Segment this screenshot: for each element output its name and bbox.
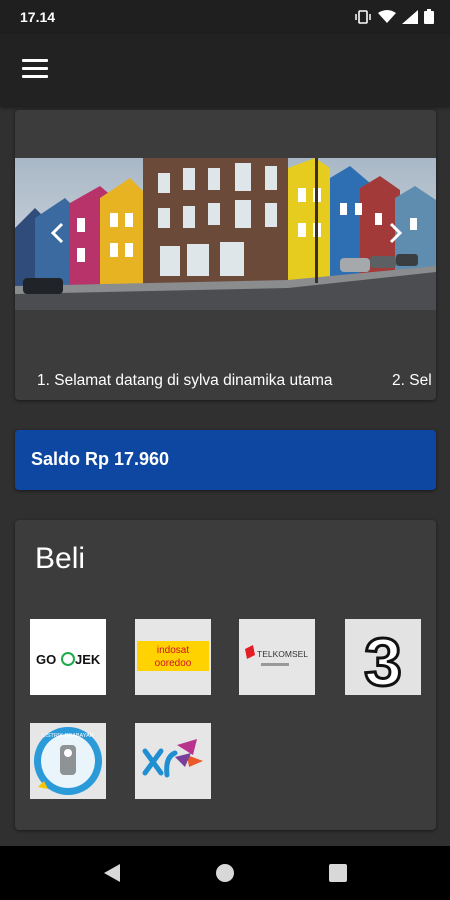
svg-text:TELKOMSEL: TELKOMSEL bbox=[257, 649, 308, 659]
telkomsel-tile[interactable]: TELKOMSEL bbox=[239, 619, 315, 695]
app-bar bbox=[0, 34, 450, 106]
beli-card: Beli GO JEK indosat ooredoo TELKOMSEL 3 … bbox=[15, 520, 436, 830]
recents-icon[interactable] bbox=[326, 861, 350, 885]
status-time: 17.14 bbox=[20, 9, 56, 25]
listrik-prabayar-tile[interactable]: LISTRIK PRABAYAR bbox=[30, 723, 106, 799]
gojek-tile[interactable]: GO JEK bbox=[30, 619, 106, 695]
battery-icon bbox=[424, 9, 434, 24]
vibrate-icon bbox=[355, 9, 371, 24]
slider-captions: 1. Selamat datang di sylva dinamika utam… bbox=[15, 372, 436, 396]
home-icon[interactable] bbox=[213, 861, 237, 885]
nav-bar bbox=[0, 846, 450, 900]
signal-icon bbox=[402, 9, 418, 24]
beli-title: Beli bbox=[35, 542, 86, 575]
menu-icon[interactable] bbox=[22, 59, 48, 81]
wifi-icon bbox=[378, 9, 396, 23]
status-icons bbox=[354, 9, 434, 24]
svg-text:indosat: indosat bbox=[157, 645, 189, 656]
slider-caption-2: 2. Sel bbox=[392, 372, 432, 389]
indosat-tile[interactable]: indosat ooredoo bbox=[135, 619, 211, 695]
status-bar: 17.14 bbox=[0, 0, 450, 34]
chevron-left-icon[interactable] bbox=[43, 218, 73, 248]
svg-text:3: 3 bbox=[364, 624, 402, 695]
chevron-right-icon[interactable] bbox=[380, 218, 410, 248]
slider-image[interactable] bbox=[15, 158, 436, 310]
svg-text:LISTRIK PRABAYAR: LISTRIK PRABAYAR bbox=[42, 733, 93, 739]
svg-text:ooredoo: ooredoo bbox=[155, 658, 192, 669]
slider-caption-1: 1. Selamat datang di sylva dinamika utam… bbox=[37, 372, 333, 389]
image-slider-card: 1. Selamat datang di sylva dinamika utam… bbox=[15, 110, 436, 400]
svg-text:JEK: JEK bbox=[75, 652, 101, 667]
xl-tile[interactable] bbox=[135, 723, 211, 799]
svg-text:GO: GO bbox=[36, 652, 56, 667]
back-icon[interactable] bbox=[100, 861, 124, 885]
tri-tile[interactable]: 3 bbox=[345, 619, 421, 695]
saldo-card[interactable]: Saldo Rp 17.960 bbox=[15, 430, 436, 490]
saldo-label: Saldo Rp 17.960 bbox=[31, 449, 170, 469]
